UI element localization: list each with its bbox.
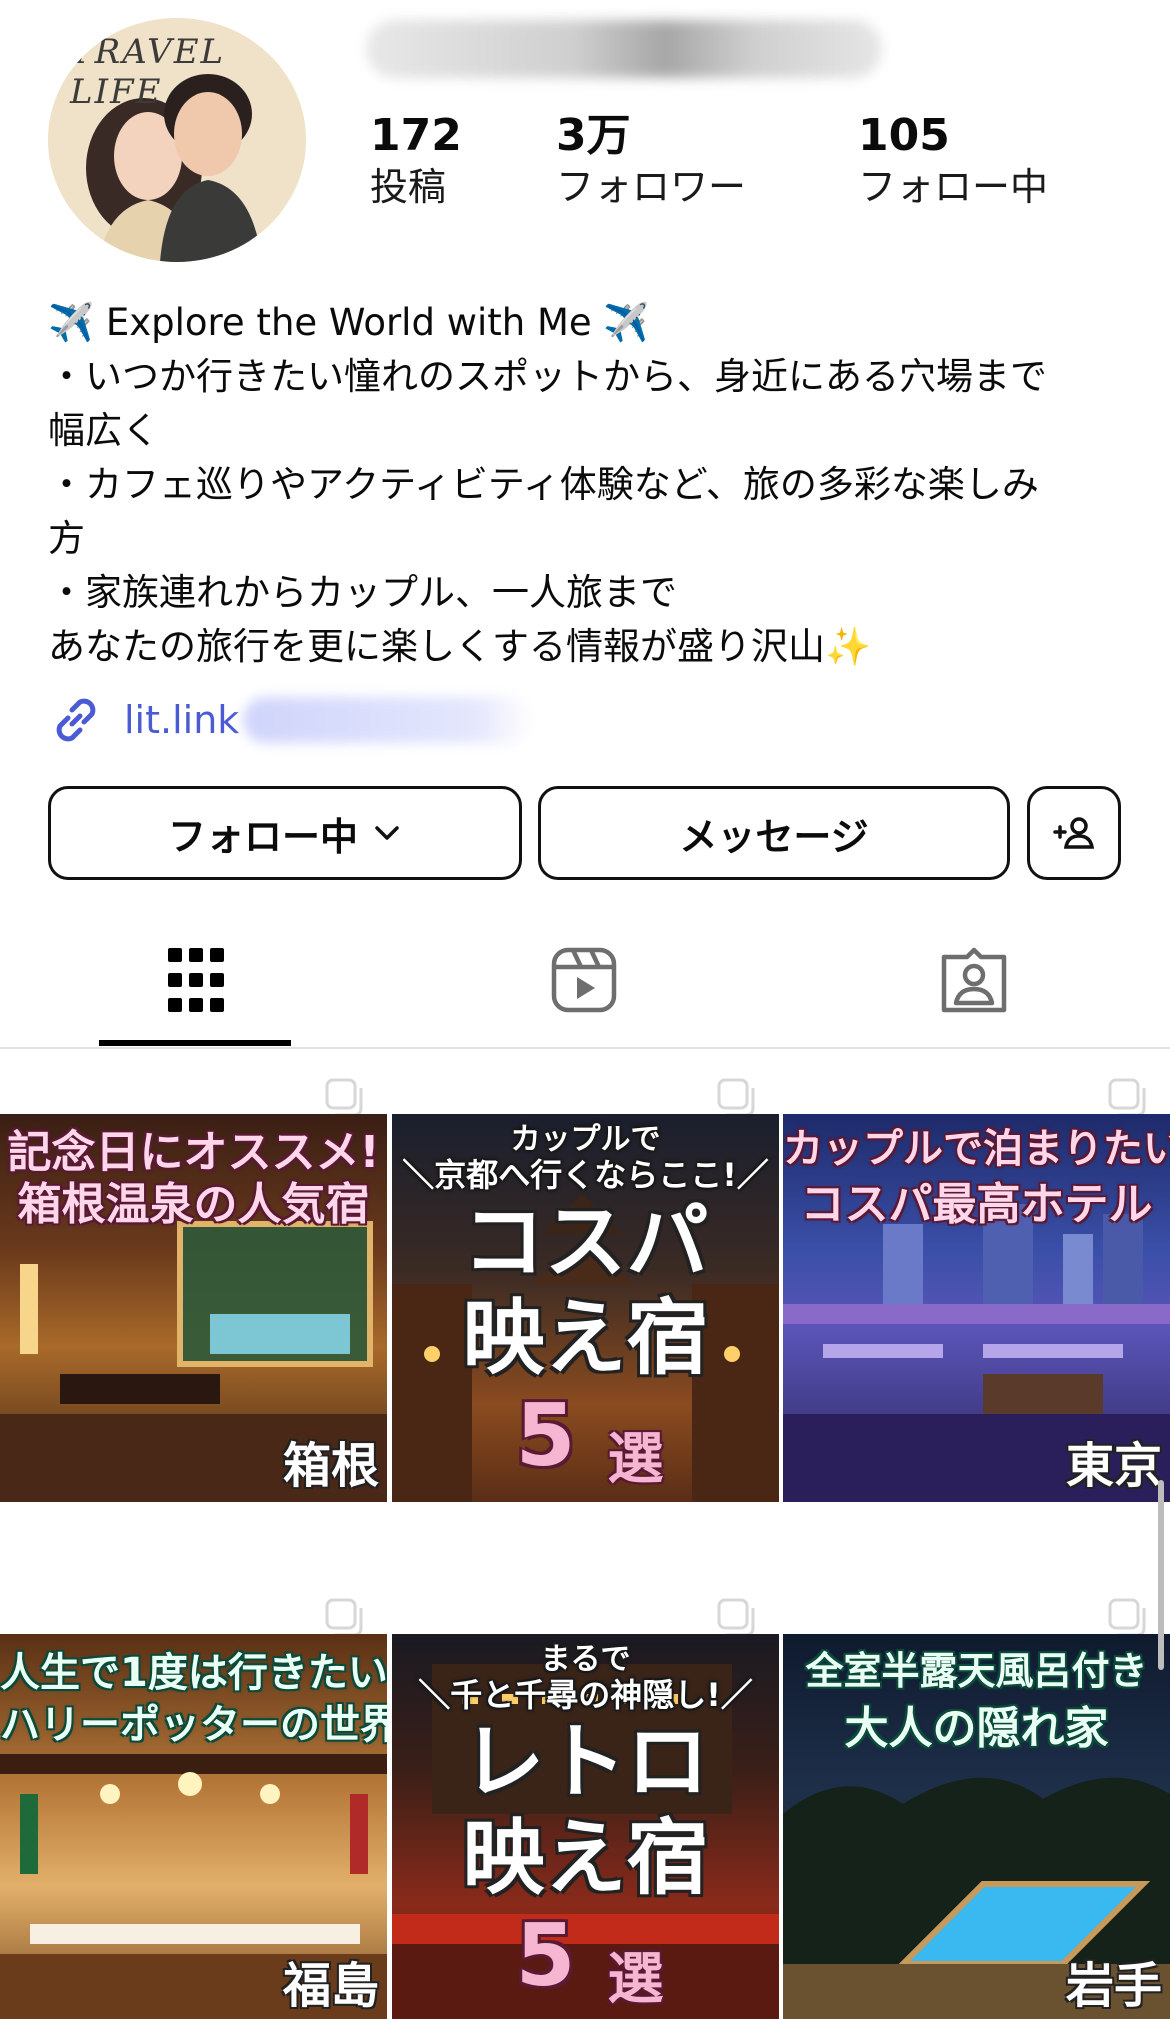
link-icon [56,698,96,742]
post-thumbnail[interactable]: 全室半露天風呂付き 大人の隠れ家 岩手 [783,1590,1170,2019]
tab-reels[interactable] [544,940,624,1020]
bio-line: 幅広く [48,409,159,452]
bio-line: ✈️ Explore the World with Me ✈️ [48,301,650,344]
tab-posts-grid[interactable] [156,940,236,1020]
post-caption-line: ＼京都へ行くならここ!／ [402,1156,769,1194]
bio-line: ・家族連れからカップル、一人旅まで [48,571,677,614]
post-caption-line: ＼千と千尋の神隠し!／ [418,1676,753,1714]
following-button-label: フォロー中 [167,814,358,859]
post-location: 東京 [1065,1438,1162,1494]
post-caption-line: 箱根温泉の人気宿 [17,1179,370,1230]
username-blurred [366,20,882,78]
post-caption-line: コスパ [462,1195,709,1290]
bio-link[interactable]: lit.link [48,690,534,750]
carousel-icon [717,1598,755,1637]
following-number: 105 [858,110,950,161]
posts-number: 172 [370,110,462,161]
post-thumbnail[interactable]: まるで ＼千と千尋の神隠し!／ レトロ 映え宿 5 選 [392,1590,779,2019]
following-count[interactable]: 105 フォロー中 [858,110,1048,212]
post-caption-line: 大人の隠れ家 [844,1703,1109,1754]
post-caption-line: 映え宿 [462,1291,709,1386]
avatar-logo-text: TRAVEL LIFE [70,32,226,112]
bio-line: ・いつか行きたい憧れのスポットから、身近にある穴場まで [48,355,1047,398]
link-url-blurred [243,697,534,743]
add-user-button[interactable] [1027,786,1121,880]
post-location: 岩手 [1065,1958,1162,2014]
tab-divider [0,1047,1170,1049]
scrollbar[interactable] [1158,1480,1164,1670]
profile-avatar[interactable]: TRAVEL LIFE [48,18,306,262]
tab-tagged[interactable] [934,940,1014,1020]
post-caption-line: 選 [607,1427,664,1492]
grid-icon [168,948,224,1012]
followers-count[interactable]: 3万 フォロワー [556,110,746,212]
post-location: 箱根 [282,1438,379,1494]
carousel-icon [717,1078,755,1117]
post-caption-line: コスパ最高ホテル [800,1179,1153,1230]
bio-line: ・カフェ巡りやアクティビティ体験など、旅の多彩な楽しみ [48,463,1039,506]
message-button-label: メッセージ [679,814,869,859]
post-caption-line: 全室半露天風呂付き [805,1649,1148,1693]
post-caption-line: ハリーポッターの世界 [0,1702,387,1748]
carousel-icon [1108,1598,1146,1637]
post-thumbnail[interactable]: カップルで ＼京都へ行くならここ!／ コスパ 映え宿 5 選 [392,1070,779,1502]
post-thumbnail[interactable]: 記念日にオススメ! 箱根温泉の人気宿 箱根 [0,1070,387,1502]
add-person-icon [1053,817,1095,849]
link-text[interactable]: lit.link [124,698,239,742]
carousel-icon [325,1598,363,1637]
posts-label: 投稿 [370,165,447,209]
chevron-down-icon [375,826,399,840]
carousel-icon [325,1078,363,1117]
post-caption-line: 人生で1度は行きたい! [0,1650,387,1696]
bio-line: 方 [48,517,85,560]
followers-label: フォロワー [556,165,747,209]
following-button[interactable]: フォロー中 [48,786,522,880]
reels-icon [551,947,617,1013]
post-caption-line: 選 [607,1947,664,2012]
tagged-icon [941,947,1007,1013]
post-thumbnail[interactable]: 人生で1度は行きたい! ハリーポッターの世界 福島 [0,1590,387,2019]
message-button[interactable]: メッセージ [538,786,1010,880]
post-location: 福島 [282,1958,379,2014]
post-caption-line: カップルで泊まりたい! [783,1126,1170,1172]
followers-number: 3万 [556,110,631,161]
active-tab-indicator [99,1040,291,1046]
posts-count: 172 投稿 [370,110,462,212]
following-label: フォロー中 [858,165,1049,209]
bio-line: あなたの旅行を更に楽しくする情報が盛り沢山✨ [48,625,872,668]
profile-bio: ✈️ Explore the World with Me ✈️ ・いつか行きたい… [48,296,1138,674]
post-caption-line: レトロ [462,1715,709,1810]
carousel-icon [1108,1078,1146,1117]
post-caption-line: 映え宿 [462,1811,709,1906]
post-thumbnail[interactable]: カップルで泊まりたい! コスパ最高ホテル 東京 [783,1070,1170,1502]
